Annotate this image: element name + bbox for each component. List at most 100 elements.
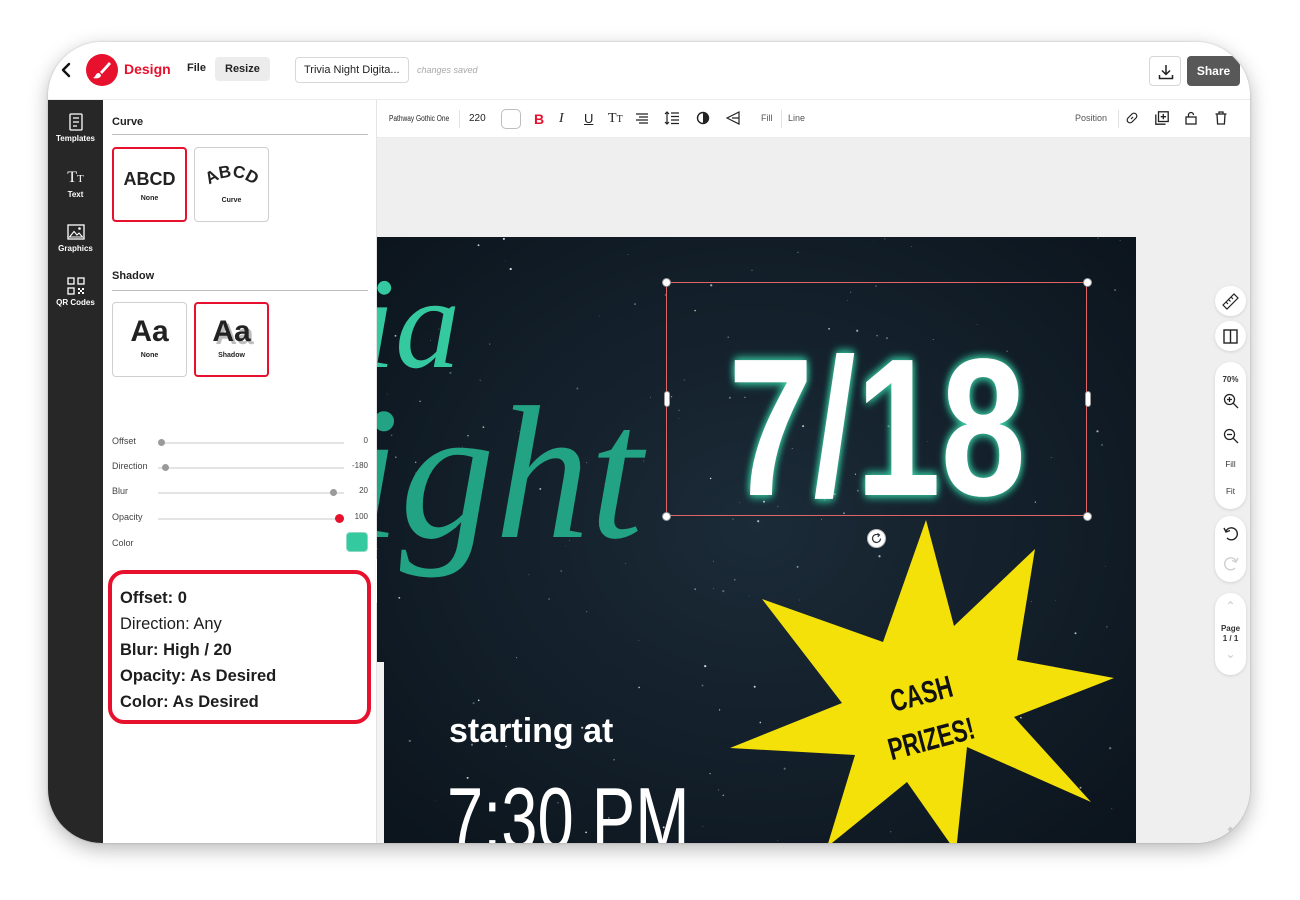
rail-label-text: Text	[67, 190, 84, 199]
line-spacing-icon[interactable]	[664, 111, 680, 128]
resize-handle[interactable]	[662, 512, 671, 521]
shadow-option-none[interactable]: Aa None	[112, 302, 187, 377]
resize-button[interactable]: Resize	[215, 57, 270, 81]
divider	[112, 134, 368, 135]
resize-handle[interactable]	[1083, 512, 1092, 521]
resize-handle[interactable]	[1083, 278, 1092, 287]
font-family-select[interactable]: Pathway Gothic One	[389, 114, 449, 123]
text-color-button[interactable]	[501, 109, 521, 129]
rail-item-graphics[interactable]: Graphics	[48, 222, 103, 253]
effects-icon[interactable]	[725, 111, 740, 128]
star	[1119, 239, 1121, 241]
lock-icon[interactable]	[1185, 111, 1197, 128]
flyer-script-line2: ight	[377, 369, 647, 579]
slider-knob[interactable]	[158, 439, 165, 446]
contrast-icon[interactable]	[696, 111, 710, 128]
callout-line: Blur: High / 20	[120, 641, 232, 659]
star	[1079, 786, 1082, 789]
back-icon[interactable]	[58, 61, 76, 79]
star	[713, 560, 714, 562]
flyer-vertical-rule	[377, 662, 384, 843]
ruler-button[interactable]	[1215, 286, 1246, 316]
zoom-out-icon[interactable]	[1215, 428, 1246, 449]
slider-knob[interactable]	[335, 514, 344, 523]
star	[701, 684, 704, 687]
resize-handle[interactable]	[664, 391, 670, 407]
scroll-up-icon[interactable]: ⬆	[1215, 824, 1246, 841]
download-button[interactable]	[1149, 56, 1181, 86]
page-down-icon[interactable]: ⌄	[1215, 647, 1246, 661]
document-title-input[interactable]: Trivia Night Digita...	[295, 57, 409, 83]
text-effects-panel: Curve ABCD None ABCD Curve Shadow Aa Non…	[103, 100, 377, 843]
color-row: Color	[112, 538, 368, 552]
shadow-option-shadow[interactable]: Aa Shadow	[194, 302, 269, 377]
shadow-color-swatch[interactable]	[346, 532, 368, 552]
split-view-button[interactable]	[1215, 321, 1246, 351]
offset-label: Offset	[112, 436, 136, 446]
star	[613, 759, 615, 761]
line-button[interactable]: Line	[788, 113, 805, 123]
duplicate-icon[interactable]	[1155, 111, 1169, 128]
text-case-icon[interactable]: TT	[608, 111, 623, 128]
star	[702, 825, 704, 827]
blur-value: 20	[359, 486, 368, 495]
rail-label-qr-codes: QR Codes	[56, 298, 95, 307]
zoom-in-icon[interactable]	[1215, 393, 1246, 414]
resize-handle[interactable]	[1085, 391, 1091, 407]
undo-icon[interactable]	[1215, 525, 1246, 546]
star	[408, 739, 411, 743]
slider-knob[interactable]	[329, 489, 337, 496]
curve-option-curve[interactable]: ABCD Curve	[194, 147, 269, 222]
left-rail: Templates TT Text Graphics QR Codes	[48, 100, 103, 843]
resize-handle[interactable]	[662, 278, 671, 287]
star	[884, 238, 886, 240]
blur-slider[interactable]: Blur 20	[112, 486, 368, 500]
offset-slider[interactable]: Offset 0	[112, 436, 368, 450]
star	[516, 657, 518, 659]
page-controls: ⌃ Page 1 / 1 ⌄	[1215, 593, 1246, 675]
star	[477, 699, 480, 702]
curve-preview-none: ABCD	[123, 169, 176, 189]
star	[878, 555, 881, 558]
bold-icon[interactable]: B	[534, 111, 544, 127]
star	[911, 245, 913, 247]
zoom-fit-button[interactable]: Fit	[1215, 487, 1246, 496]
zoom-controls: 70% Fill Fit	[1215, 362, 1246, 509]
templates-icon	[68, 113, 83, 131]
file-menu-button[interactable]: File	[181, 57, 212, 79]
fill-button[interactable]: Fill	[761, 113, 773, 123]
zoom-fill-button[interactable]: Fill	[1215, 460, 1246, 469]
italic-icon[interactable]: I	[559, 111, 564, 127]
star	[502, 237, 505, 240]
rotate-icon	[871, 533, 882, 544]
redo-icon[interactable]	[1215, 555, 1246, 576]
design-canvas[interactable]: ia ight 7/18 CASH PRIZES! starting at 7:…	[377, 237, 1136, 843]
opacity-slider[interactable]: Opacity 100	[112, 512, 368, 526]
rotate-handle[interactable]	[867, 529, 886, 548]
underline-icon[interactable]: U	[584, 111, 593, 127]
star	[398, 596, 401, 599]
link-icon[interactable]	[1125, 111, 1139, 128]
rail-item-templates[interactable]: Templates	[48, 112, 103, 143]
star	[586, 611, 588, 613]
trash-icon[interactable]	[1215, 111, 1227, 128]
shadow-option-label: Shadow	[218, 352, 245, 359]
star	[1101, 444, 1103, 446]
star	[796, 565, 799, 568]
share-button[interactable]: Share	[1187, 56, 1240, 86]
download-icon	[1158, 65, 1174, 80]
star	[1020, 716, 1022, 719]
rail-item-qr-codes[interactable]: QR Codes	[48, 276, 103, 307]
curve-option-none[interactable]: ABCD None	[112, 147, 187, 222]
font-size-input[interactable]: 220	[469, 113, 486, 124]
page-up-icon[interactable]: ⌃	[1215, 599, 1246, 613]
align-icon[interactable]	[635, 111, 649, 128]
app-window: Design File Resize Trivia Night Digita..…	[48, 42, 1250, 843]
direction-slider[interactable]: Direction -180	[112, 461, 368, 475]
slider-knob[interactable]	[161, 464, 169, 471]
rail-item-text[interactable]: TT Text	[48, 168, 103, 199]
star	[753, 685, 756, 688]
star	[748, 595, 750, 597]
selection-box	[666, 282, 1087, 516]
position-button[interactable]: Position	[1075, 113, 1107, 123]
